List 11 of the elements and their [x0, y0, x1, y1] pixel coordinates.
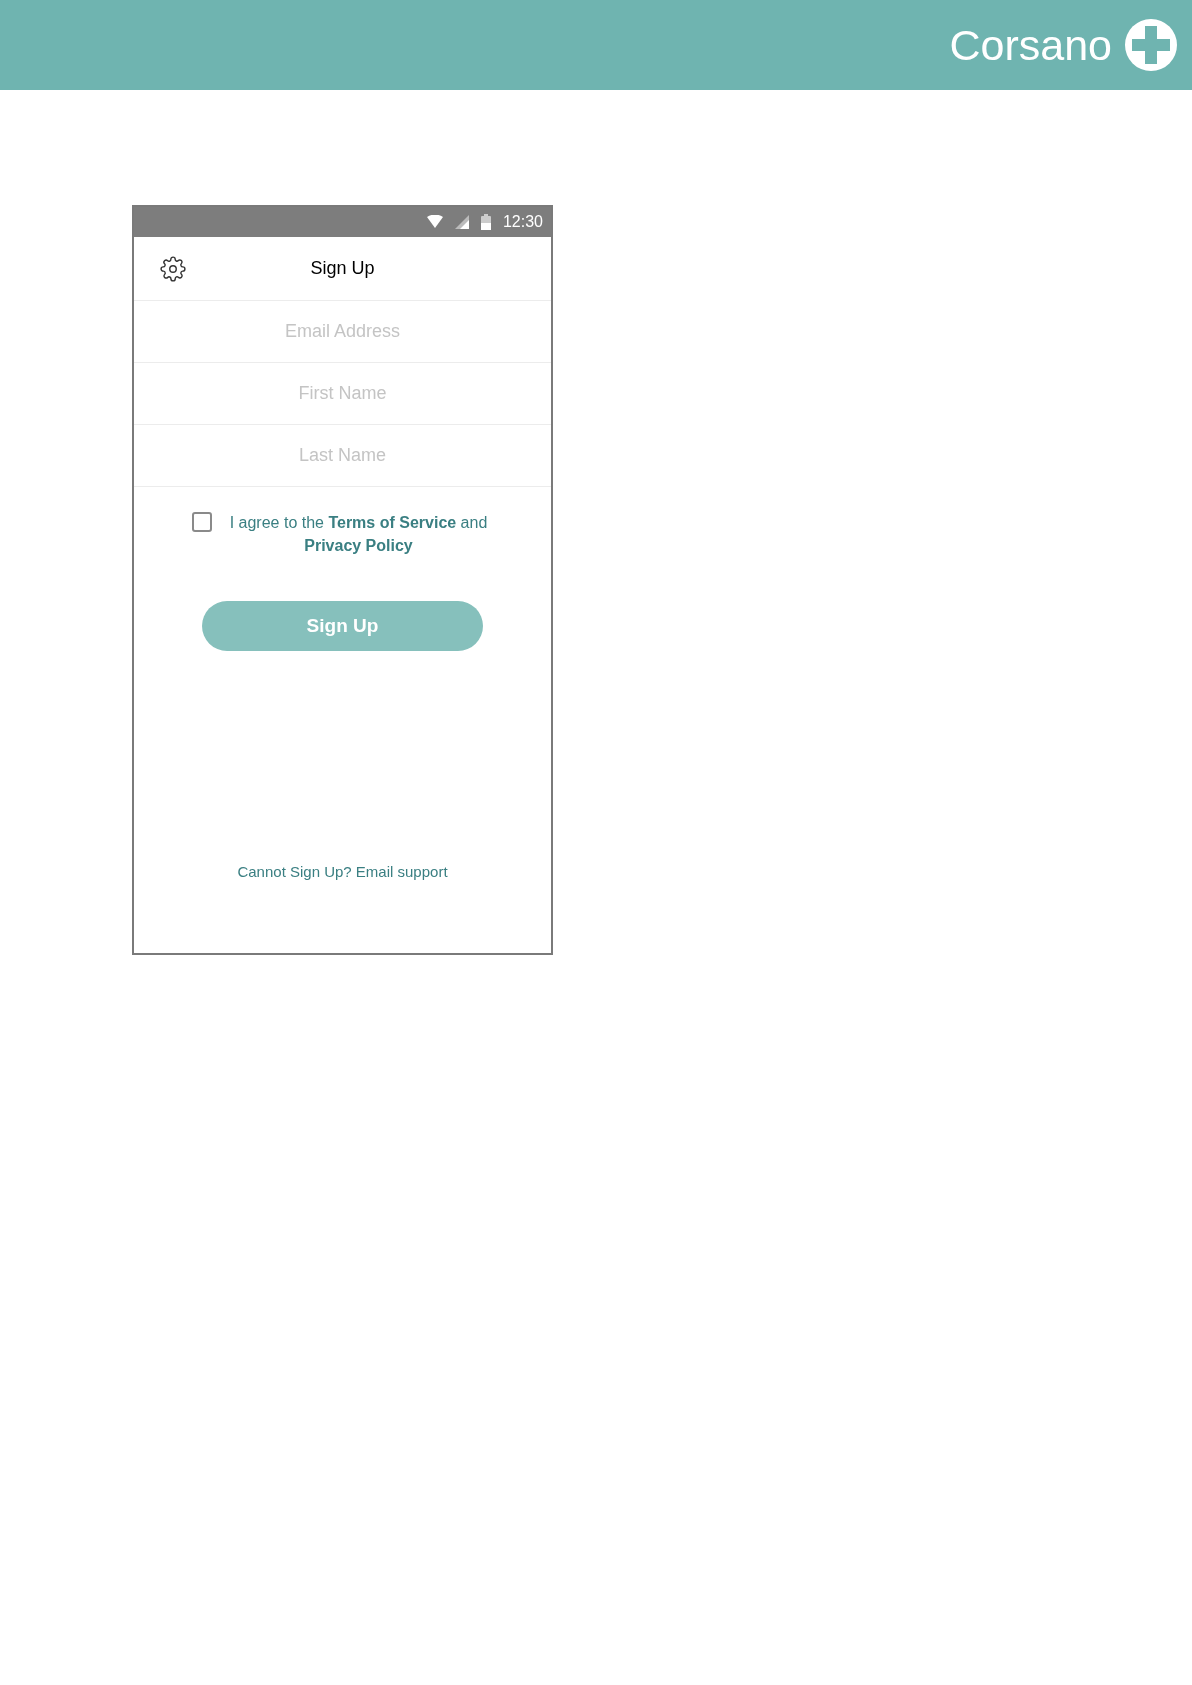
- settings-icon[interactable]: [160, 256, 186, 282]
- agreement-text: I agree to the Terms of Service and Privacy Policy: [228, 513, 489, 556]
- brand-name: Corsano: [949, 23, 1112, 67]
- battery-icon: [480, 214, 491, 230]
- cross-logo-icon: [1124, 18, 1178, 72]
- status-time: 12:30: [502, 212, 543, 232]
- signal-icon: [454, 215, 469, 229]
- screen-title: Sign Up: [310, 257, 375, 280]
- wifi-icon: [426, 215, 443, 229]
- agree-checkbox[interactable]: [191, 512, 212, 532]
- support-link[interactable]: Cannot Sign Up? Email support: [237, 861, 448, 884]
